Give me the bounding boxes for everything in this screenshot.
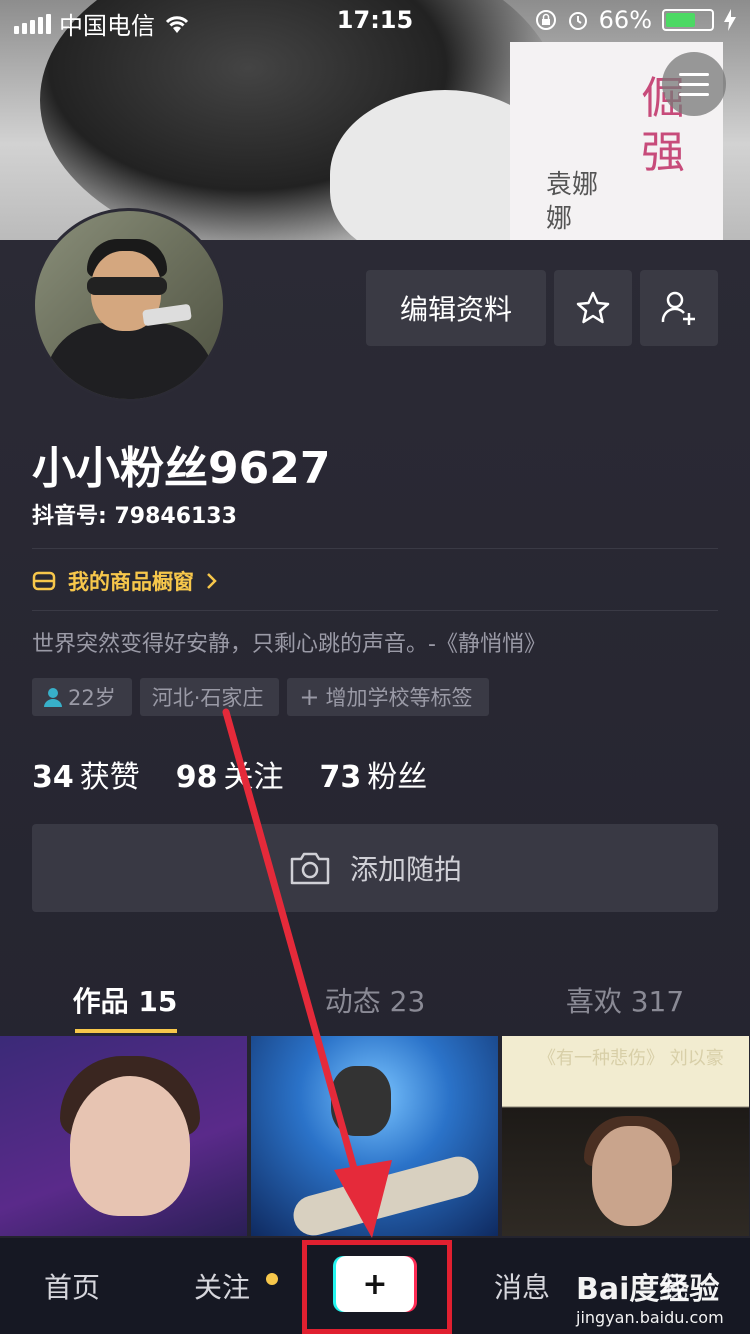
annotation-arrow [222,708,392,1238]
